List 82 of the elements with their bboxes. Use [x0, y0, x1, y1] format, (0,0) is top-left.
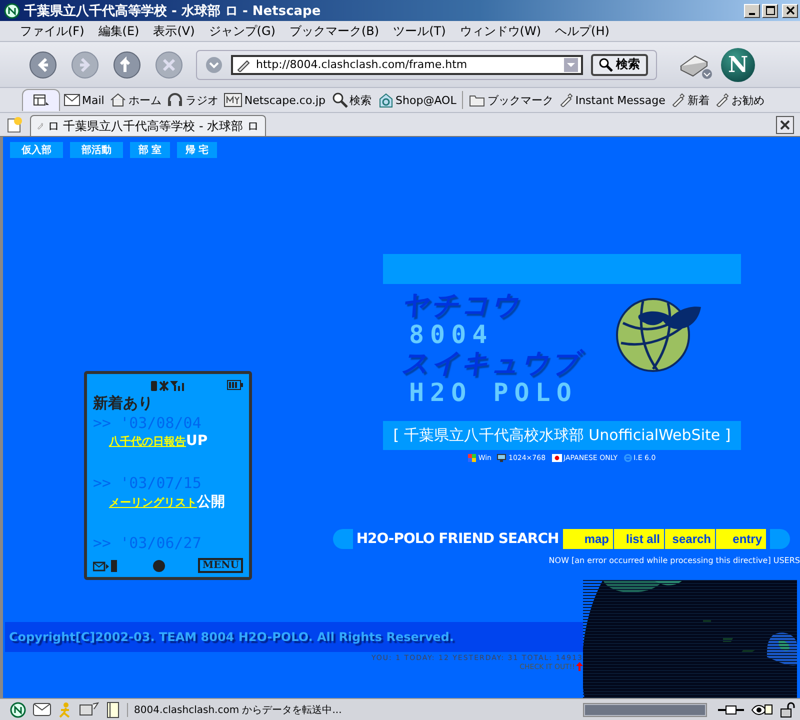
new-tab-icon[interactable] — [6, 116, 24, 134]
bookmark-button[interactable]: ブックマーク — [467, 92, 556, 108]
browser-logo-icon[interactable] — [10, 702, 26, 718]
maximize-button[interactable] — [762, 4, 778, 18]
dropdown-icon[interactable] — [205, 56, 223, 74]
minimize-button[interactable] — [744, 4, 760, 18]
shop-icon — [378, 92, 394, 108]
friend-search-button[interactable]: map — [563, 529, 613, 549]
bookmark-button[interactable]: Netscape.co.jp — [222, 93, 328, 107]
bar-cap — [333, 529, 353, 549]
bookmark-button[interactable]: お勧め — [713, 92, 766, 108]
bookmark-button[interactable]: ラジオ — [165, 92, 220, 108]
bookmark-button[interactable]: Shop@AOL — [376, 92, 458, 108]
friend-search-title: H2O-POLO FRIEND SEARCH — [355, 531, 560, 547]
bookmark-button[interactable]: 新着 — [669, 92, 712, 108]
sidebar-toggle-button[interactable] — [22, 89, 60, 111]
logo-subtext: H2O POLO — [409, 378, 578, 407]
news-suffix: 公開 — [197, 494, 225, 510]
close-icon — [786, 6, 794, 15]
menu-item[interactable]: 編集(E) — [98, 22, 140, 40]
menu-item[interactable]: ジャンプ(G) — [208, 22, 276, 40]
mail-phone-icon — [93, 558, 119, 572]
users-online-text: NOW [an error occurred while processing this directive] USERS — [548, 556, 800, 565]
bookmark-button[interactable]: ホーム — [108, 92, 164, 108]
search-icon — [599, 58, 613, 72]
menu-item[interactable]: ツール(T) — [393, 22, 446, 40]
menu-item[interactable]: ブックマーク(B) — [289, 22, 380, 40]
friend-search-button[interactable]: search — [665, 529, 715, 549]
bookmark-icon — [559, 93, 574, 107]
news-suffix: UP — [186, 433, 208, 449]
copyright-text: Copyright[C]2002-03. TEAM 8004 H2O-POLO. All Rights Reserved. — [9, 630, 454, 644]
bar-cap — [770, 529, 790, 549]
logo-title: ヤチコウ — [401, 291, 522, 320]
up-arrow-icon — [576, 662, 583, 671]
menu-item[interactable]: 表示(V) — [153, 22, 195, 40]
browser-tab[interactable]: ロ 千葉県立八千代高等学校 - 水球部 ロ — [30, 115, 266, 136]
home-icon — [110, 93, 126, 107]
close-icon — [779, 118, 791, 130]
phone-heading: 新着あり — [93, 394, 154, 413]
logo-title: スイキュウブ — [401, 349, 587, 378]
friend-search-button[interactable]: list all — [614, 529, 664, 549]
friend-search-button[interactable]: entry — [716, 529, 766, 549]
search-button[interactable]: 検索 — [591, 54, 648, 76]
mail-icon[interactable] — [33, 703, 51, 716]
logo-number: 8004 — [409, 320, 494, 349]
headphones-icon — [167, 93, 184, 107]
netscape-logo[interactable]: N — [721, 48, 755, 82]
connection-icon — [718, 704, 744, 716]
bookmark-icon — [715, 93, 730, 107]
browser-logo-icon — [4, 2, 20, 18]
bookmark-button[interactable]: Instant Message — [557, 93, 668, 107]
site-subtitle: [ 千葉県立八千代高校水球部 UnofficialWebSite ] — [383, 421, 741, 450]
signal-icon — [151, 380, 187, 392]
window-title: 千葉県立八千代高等学校 - 水球部 ロ - Netscape — [24, 2, 321, 20]
bookmark-button[interactable]: Mail — [62, 94, 106, 106]
menu-item[interactable]: ヘルプ(H) — [555, 22, 610, 40]
close-button[interactable] — [782, 4, 798, 18]
address-field[interactable]: http://8004.clashclash.com/frame.htm — [231, 54, 583, 74]
status-text: 8004.clashclash.com からデータを転送中... — [127, 702, 576, 716]
maximize-icon — [766, 6, 774, 15]
composer-icon[interactable] — [79, 702, 99, 718]
address-book-icon[interactable] — [106, 702, 120, 718]
dot-icon — [152, 560, 165, 572]
battery-icon — [227, 380, 243, 390]
folder-icon — [469, 93, 486, 107]
menu-key[interactable]: MENU — [198, 558, 243, 573]
close-tab-button[interactable] — [776, 116, 794, 134]
mail-icon — [64, 94, 80, 106]
windows-icon — [468, 454, 476, 462]
flag-icon — [552, 454, 562, 462]
browser-icon — [624, 454, 632, 462]
sidebar-icon — [33, 94, 49, 108]
monitor-icon — [497, 454, 506, 462]
padlock-icon — [780, 702, 796, 718]
bookmark-button[interactable]: 検索 — [330, 92, 374, 108]
search-icon — [332, 92, 348, 108]
my-badge-icon — [224, 93, 242, 107]
menu-item[interactable]: ウィンドウ(W) — [460, 22, 542, 40]
menu-item[interactable]: ファイル(F) — [20, 22, 84, 40]
bookmark-icon — [671, 93, 686, 107]
eye-icon — [751, 702, 773, 716]
minimize-icon — [749, 13, 755, 15]
